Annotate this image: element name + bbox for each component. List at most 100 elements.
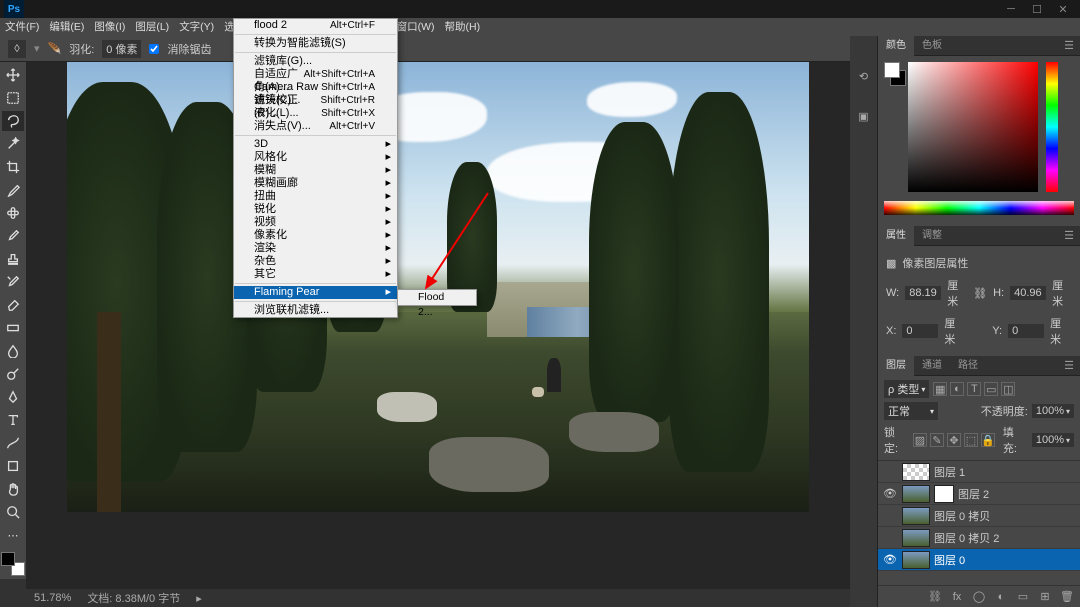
layer-name[interactable]: 图层 1 <box>934 464 1076 480</box>
lasso-tool[interactable] <box>2 111 24 131</box>
filter-item[interactable]: 像素化▸ <box>234 229 397 242</box>
opacity-value[interactable]: 100%▾ <box>1032 404 1074 418</box>
filter-pixel-icon[interactable]: ▦ <box>933 382 947 396</box>
panel-menu-icon[interactable]: ☰ <box>1058 359 1080 372</box>
link-wh-icon[interactable]: ⛓ <box>973 287 987 300</box>
zoom-tool[interactable] <box>2 502 24 522</box>
tab-paths[interactable]: 路径 <box>950 356 986 376</box>
tab-channels[interactable]: 通道 <box>914 356 950 376</box>
layer-row[interactable]: 图层 1 <box>878 461 1080 483</box>
eraser-tool[interactable] <box>2 295 24 315</box>
history-icon[interactable]: ⟲ <box>854 66 874 86</box>
tab-properties[interactable]: 属性 <box>878 226 914 246</box>
type-tool[interactable] <box>2 410 24 430</box>
close-button[interactable]: ✕ <box>1050 0 1076 18</box>
layer-row[interactable]: 👁 图层 2 <box>878 483 1080 505</box>
fx-icon[interactable]: fx <box>950 590 964 604</box>
brush-tool[interactable] <box>2 226 24 246</box>
layer-thumb[interactable] <box>902 551 930 569</box>
heal-tool[interactable] <box>2 203 24 223</box>
layer-thumb[interactable] <box>902 463 930 481</box>
adjustment-icon[interactable]: ◐ <box>994 590 1008 604</box>
delete-icon[interactable]: 🗑 <box>1060 590 1074 604</box>
filter-item[interactable]: 转换为智能滤镜(S) <box>234 37 397 50</box>
document-canvas[interactable] <box>67 62 809 512</box>
x-value[interactable]: 0 <box>902 324 938 338</box>
layer-row[interactable]: 图层 0 拷贝 <box>878 505 1080 527</box>
filter-item[interactable]: 自适应广角(A)...Alt+Shift+Ctrl+A <box>234 68 397 81</box>
color-field[interactable] <box>908 62 1038 192</box>
new-layer-icon[interactable]: ⊞ <box>1038 590 1052 604</box>
edit-toolbar[interactable]: ⋯ <box>2 525 24 545</box>
menu-4[interactable]: 文字(Y) <box>174 18 219 36</box>
filter-adjust-icon[interactable]: ◐ <box>950 382 964 396</box>
marquee-tool[interactable] <box>2 88 24 108</box>
fill-value[interactable]: 100%▾ <box>1032 433 1074 447</box>
tab-adjustments[interactable]: 调整 <box>914 226 950 246</box>
actions-icon[interactable]: ▣ <box>854 106 874 126</box>
hue-slider[interactable] <box>1046 62 1058 192</box>
status-arrow-icon[interactable]: ▸ <box>196 592 202 605</box>
filter-item[interactable]: 渲染▸ <box>234 242 397 255</box>
filter-item[interactable]: 视频▸ <box>234 216 397 229</box>
lock-pos-icon[interactable]: ✥ <box>947 433 961 447</box>
layer-row[interactable]: 👁 图层 0 <box>878 549 1080 571</box>
minimize-button[interactable]: ─ <box>998 0 1024 18</box>
group-icon[interactable]: ▭ <box>1016 590 1030 604</box>
stamp-tool[interactable] <box>2 249 24 269</box>
shape-tool[interactable] <box>2 456 24 476</box>
hand-tool[interactable] <box>2 479 24 499</box>
tab-swatches[interactable]: 色板 <box>914 36 950 56</box>
layer-filter-kind[interactable]: ρ 类型▾ <box>884 380 929 398</box>
link-layers-icon[interactable]: ⛓ <box>928 590 942 604</box>
zoom-level[interactable]: 51.78% <box>34 592 71 604</box>
layer-name[interactable]: 图层 0 拷贝 <box>934 508 1076 524</box>
filter-item[interactable]: 滤镜库(G)... <box>234 55 397 68</box>
filter-item[interactable]: 模糊画廊▸ <box>234 177 397 190</box>
tool-preset-icon[interactable]: ◊ <box>8 40 26 58</box>
antialias-checkbox[interactable] <box>149 44 159 54</box>
menu-1[interactable]: 编辑(E) <box>44 18 89 36</box>
menu-9[interactable]: 窗口(W) <box>392 18 440 36</box>
feather-value[interactable]: 0 像素 <box>102 40 141 58</box>
lock-nest-icon[interactable]: ⬚ <box>964 433 978 447</box>
maximize-button[interactable]: ☐ <box>1024 0 1050 18</box>
filter-item[interactable]: Camera Raw 滤镜(C)...Shift+Ctrl+A <box>234 81 397 94</box>
bg-mini-swatch[interactable] <box>884 62 900 78</box>
blend-mode-select[interactable]: 正常▾ <box>884 402 938 420</box>
eyedropper-tool[interactable] <box>2 180 24 200</box>
layer-name[interactable]: 图层 2 <box>958 486 1076 502</box>
tab-color[interactable]: 颜色 <box>878 36 914 56</box>
color-swatches[interactable] <box>1 552 25 576</box>
filter-item[interactable]: 液化(L)...Shift+Ctrl+X <box>234 107 397 120</box>
panel-menu-icon[interactable]: ☰ <box>1058 39 1080 52</box>
move-tool[interactable] <box>2 65 24 85</box>
menu-10[interactable]: 帮助(H) <box>440 18 486 36</box>
filter-item[interactable]: 3D▸ <box>234 138 397 151</box>
layer-name[interactable]: 图层 0 <box>934 552 1076 568</box>
canvas-area[interactable] <box>26 62 850 589</box>
visibility-icon[interactable]: 👁 <box>882 553 898 566</box>
filter-type-icon[interactable]: T <box>967 382 981 396</box>
gradient-tool[interactable] <box>2 318 24 338</box>
submenu-flood2[interactable]: Flood 2... <box>398 290 476 305</box>
lock-pixel-icon[interactable]: ✎ <box>930 433 944 447</box>
visibility-icon[interactable]: 👁 <box>882 487 898 500</box>
blur-tool[interactable] <box>2 341 24 361</box>
filter-item[interactable]: 杂色▸ <box>234 255 397 268</box>
filter-item[interactable]: 模糊▸ <box>234 164 397 177</box>
filter-item[interactable]: 浏览联机滤镜... <box>234 304 397 317</box>
filter-shape-icon[interactable]: ▭ <box>984 382 998 396</box>
menu-3[interactable]: 图层(L) <box>130 18 174 36</box>
h-value[interactable]: 40.96 <box>1010 286 1046 300</box>
filter-item[interactable]: 镜头校正(R)...Shift+Ctrl+R <box>234 94 397 107</box>
layer-thumb[interactable] <box>902 507 930 525</box>
pen-tool[interactable] <box>2 387 24 407</box>
layer-name[interactable]: 图层 0 拷贝 2 <box>934 530 1076 546</box>
menu-2[interactable]: 图像(I) <box>89 18 130 36</box>
filter-item[interactable]: flood 2Alt+Ctrl+F <box>234 19 397 32</box>
layer-thumb[interactable] <box>902 485 930 503</box>
mask-icon[interactable]: ◯ <box>972 590 986 604</box>
tab-layers[interactable]: 图层 <box>878 356 914 376</box>
fg-color[interactable] <box>1 552 15 566</box>
